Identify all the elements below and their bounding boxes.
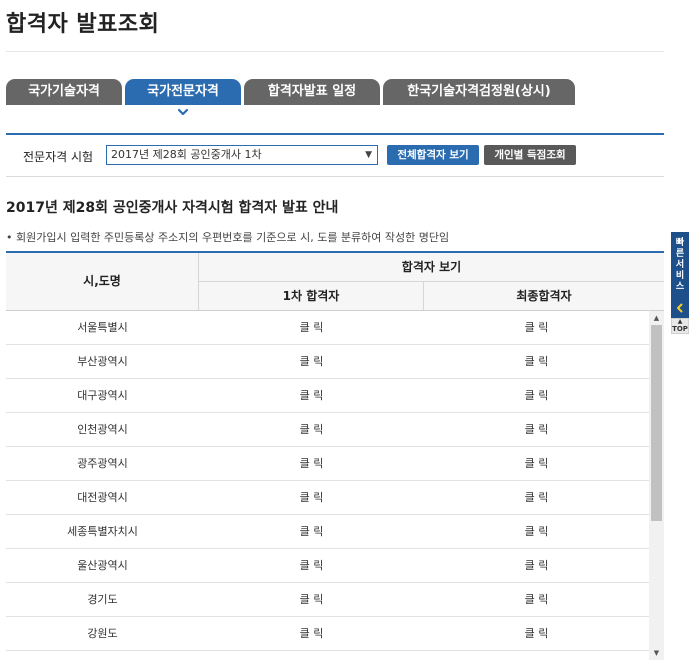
final-link[interactable]: 클 릭 xyxy=(424,311,649,345)
exam-select-label: 전문자격 시험 xyxy=(23,150,94,164)
title-divider xyxy=(6,51,664,52)
city-name: 울산광역시 xyxy=(77,559,128,572)
header-first-round: 1차 합격자 xyxy=(199,282,424,310)
city-name: 인천광역시 xyxy=(77,423,128,436)
table-row: 서울특별시 클 릭 클 릭 xyxy=(6,311,649,345)
table-row: 부산광역시 클 릭 클 릭 xyxy=(6,345,649,379)
table-body: 서울특별시 클 릭 클 릭 부산광역시 클 릭 클 릭 대구광역시 클 릭 클 … xyxy=(6,311,649,661)
city-name: 광주광역시 xyxy=(77,457,128,470)
notice-title: 2017년 제28회 공인중개사 자격시험 합격자 발표 안내 xyxy=(6,200,339,216)
personal-score-button[interactable]: 개인별 득점조회 xyxy=(484,145,576,165)
header-view-passers: 합격자 보기 xyxy=(199,253,664,282)
final-link[interactable]: 클 릭 xyxy=(424,549,649,583)
first-round-link[interactable]: 클 릭 xyxy=(199,345,424,379)
tabs-divider xyxy=(6,133,664,135)
tab-hrd-cbt[interactable]: 한국기술자격검정원(상시) xyxy=(383,79,575,105)
table-row: 경기도 클 릭 클 릭 xyxy=(6,583,649,617)
exam-select-value: 2017년 제28회 공인중개사 1차 xyxy=(111,148,262,161)
table-scrollbar[interactable]: ▲ ▼ xyxy=(649,311,664,660)
chevron-down-icon xyxy=(177,108,189,116)
first-round-link[interactable]: 클 릭 xyxy=(199,549,424,583)
scroll-up-arrow-icon[interactable]: ▲ xyxy=(649,311,664,325)
tab-national-professional[interactable]: 국가전문자격 xyxy=(125,79,241,105)
dropdown-caret-icon: ▼ xyxy=(365,150,372,160)
chevron-left-icon[interactable] xyxy=(674,302,686,314)
city-name: 서울특별시 xyxy=(77,321,128,334)
first-round-link[interactable]: 클 릭 xyxy=(199,311,424,345)
view-all-passers-button[interactable]: 전체합격자 보기 xyxy=(387,145,479,165)
quick-service-label: 빠른서비스 xyxy=(675,238,685,292)
first-round-link[interactable]: 클 릭 xyxy=(199,481,424,515)
header-final: 최종합격자 xyxy=(516,289,572,303)
first-round-link[interactable]: 클 릭 xyxy=(199,617,424,651)
city-name: 대구광역시 xyxy=(77,389,128,402)
table-row: 세종특별자치시 클 릭 클 릭 xyxy=(6,515,649,549)
table-header: 시,도명 합격자 보기 1차 합격자 최종합격자 xyxy=(6,253,664,310)
city-name: 대전광역시 xyxy=(77,491,128,504)
table-row: 대전광역시 클 릭 클 릭 xyxy=(6,481,649,515)
first-round-link[interactable]: 클 릭 xyxy=(199,515,424,549)
exam-select[interactable]: 2017년 제28회 공인중개사 1차 ▼ xyxy=(106,145,378,165)
tab-national-technical[interactable]: 국가기술자격 xyxy=(6,79,122,105)
form-divider xyxy=(6,176,664,177)
table-row: 인천광역시 클 릭 클 릭 xyxy=(6,413,649,447)
tab-announcement-schedule[interactable]: 합격자발표 일정 xyxy=(244,79,380,105)
final-link[interactable]: 클 릭 xyxy=(424,583,649,617)
table-row: 강원도 클 릭 클 릭 xyxy=(6,617,649,651)
notice-text: • 회원가입시 입력한 주민등록상 주소지의 우편번호를 기준으로 시, 도를 … xyxy=(6,231,450,244)
page-title: 합격자 발표조회 xyxy=(6,12,160,37)
table-row: 대구광역시 클 릭 클 릭 xyxy=(6,379,649,413)
city-name: 강원도 xyxy=(87,627,118,640)
table-row: 울산광역시 클 릭 클 릭 xyxy=(6,549,649,583)
header-city: 시,도명 xyxy=(6,253,199,310)
quick-service-panel: 빠른서비스 ▲ TOP xyxy=(671,232,689,334)
table-row: 광주광역시 클 릭 클 릭 xyxy=(6,447,649,481)
city-name: 부산광역시 xyxy=(77,355,128,368)
first-round-link[interactable]: 클 릭 xyxy=(199,447,424,481)
final-link[interactable]: 클 릭 xyxy=(424,379,649,413)
back-to-top-button[interactable]: ▲ TOP xyxy=(671,318,689,334)
top-label: TOP xyxy=(672,325,688,333)
final-link[interactable]: 클 릭 xyxy=(424,481,649,515)
final-link[interactable]: 클 릭 xyxy=(424,345,649,379)
final-link[interactable]: 클 릭 xyxy=(424,617,649,651)
first-round-link[interactable]: 클 릭 xyxy=(199,413,424,447)
first-round-link[interactable]: 클 릭 xyxy=(199,379,424,413)
scrollbar-thumb[interactable] xyxy=(651,325,662,521)
first-round-link[interactable]: 클 릭 xyxy=(199,583,424,617)
city-name: 세종특별자치시 xyxy=(67,525,138,538)
city-name: 경기도 xyxy=(87,593,118,606)
final-link[interactable]: 클 릭 xyxy=(424,413,649,447)
final-link[interactable]: 클 릭 xyxy=(424,447,649,481)
scroll-down-arrow-icon[interactable]: ▼ xyxy=(649,646,664,660)
final-link[interactable]: 클 릭 xyxy=(424,515,649,549)
